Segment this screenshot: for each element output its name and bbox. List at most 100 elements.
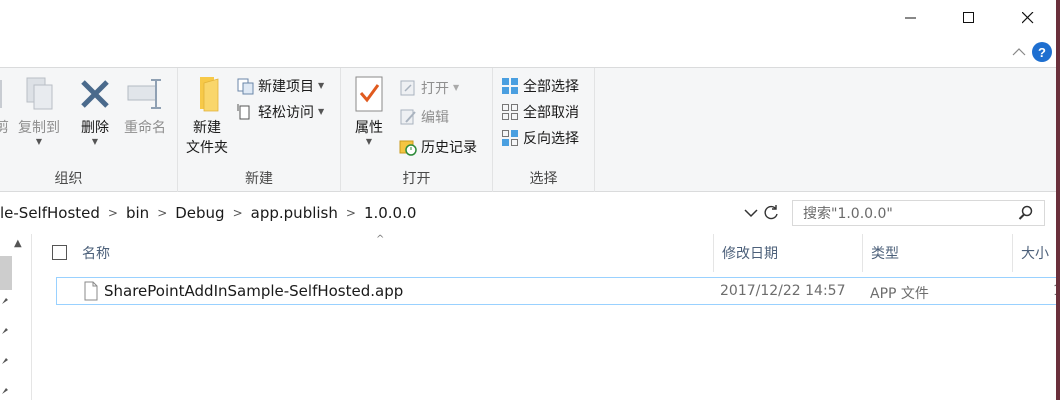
select-none-icon	[501, 103, 519, 121]
select-none-button[interactable]: 全部取消	[501, 100, 579, 124]
select-all-button[interactable]: 全部选择	[501, 74, 579, 98]
properties-button[interactable]: 属性 ▼	[349, 74, 389, 146]
new-folder-label-2: 文件夹	[186, 140, 228, 156]
column-modified-label: 修改日期	[722, 246, 778, 262]
new-item-dropdown-icon: ▼	[318, 81, 325, 90]
ribbon: 剪 复制到 ▼ 删除 ▼ 重命名 组织 新建 文件夹 新建项目 ▼ 轻松访问 ▼…	[0, 67, 1060, 192]
pin-icon[interactable]	[0, 324, 10, 336]
new-item-label: 新建项目	[258, 79, 314, 95]
file-modified: 2017/12/22 14:57	[720, 283, 846, 299]
maximize-button[interactable]	[946, 0, 992, 36]
new-item-button[interactable]: 新建项目 ▼	[236, 74, 324, 98]
close-button[interactable]	[1005, 0, 1051, 36]
select-all-checkbox[interactable]	[52, 245, 67, 260]
breadcrumb-separator-icon[interactable]: >	[233, 206, 243, 220]
invert-selection-button[interactable]: 反向选择	[501, 126, 579, 150]
pin-icon[interactable]	[0, 354, 10, 366]
new-folder-button[interactable]: 新建 文件夹	[182, 74, 232, 158]
breadcrumb-separator-icon[interactable]: >	[346, 206, 356, 220]
breadcrumb-item[interactable]: 1.0.0.0	[356, 204, 424, 222]
pin-icon[interactable]	[0, 384, 10, 396]
rename-button[interactable]: 重命名	[120, 74, 170, 138]
group-label-select: 选择	[529, 171, 558, 187]
group-label-new: 新建	[245, 171, 273, 187]
file-type: APP 文件	[870, 286, 929, 302]
history-button[interactable]: 历史记录	[399, 135, 477, 159]
file-name: SharePointAddInSample-SelfHosted.app	[104, 282, 404, 300]
easy-access-button[interactable]: 轻松访问 ▼	[236, 100, 324, 124]
refresh-icon[interactable]	[761, 203, 781, 223]
column-header-type[interactable]: 类型	[863, 234, 1013, 272]
easy-access-label: 轻松访问	[258, 105, 314, 121]
column-type-label: 类型	[871, 246, 899, 262]
minimize-icon	[905, 17, 916, 19]
open-label: 打开	[421, 81, 449, 97]
help-icon[interactable]: ?	[1032, 42, 1052, 62]
scroll-up-icon[interactable]: ▲	[14, 238, 22, 249]
cut-label: 剪	[0, 120, 9, 136]
breadcrumb-item[interactable]: bin	[118, 204, 157, 222]
column-header-name[interactable]: 名称	[74, 234, 714, 272]
breadcrumb: le-SelfHosted > bin > Debug > app.publis…	[0, 202, 424, 224]
search-icon[interactable]	[1018, 205, 1034, 221]
group-open: 属性 ▼ 打开 ▼ 编辑 历史记录 打开	[341, 68, 493, 192]
easy-access-icon	[236, 103, 254, 121]
group-new: 新建 文件夹 新建项目 ▼ 轻松访问 ▼ 新建	[178, 68, 341, 192]
chevron-down-icon[interactable]	[742, 204, 760, 222]
edit-label: 编辑	[421, 110, 449, 126]
rename-icon	[125, 74, 165, 114]
open-dropdown-icon: ▼	[453, 83, 460, 92]
column-size-label: 大小	[1021, 246, 1049, 262]
properties-icon	[349, 74, 389, 114]
table-row[interactable]: SharePointAddInSample-SelfHosted.app 201…	[56, 277, 1060, 305]
properties-label: 属性	[355, 120, 383, 136]
column-header-size[interactable]: 大小	[1013, 234, 1060, 272]
breadcrumb-separator-icon[interactable]: >	[108, 206, 118, 220]
ribbon-controls: ?	[1012, 40, 1052, 64]
file-icon	[84, 281, 98, 301]
copy-to-label: 复制到	[18, 120, 60, 136]
group-label-open: 打开	[402, 171, 431, 187]
navigation-pane: ▲	[0, 234, 32, 400]
group-label-organize: 组织	[54, 171, 83, 187]
breadcrumb-item[interactable]: app.publish	[243, 204, 346, 222]
open-icon	[399, 79, 417, 97]
breadcrumb-separator-icon[interactable]: >	[157, 206, 167, 220]
delete-icon	[75, 74, 115, 114]
properties-dropdown-icon: ▼	[365, 137, 373, 146]
minimize-button[interactable]	[888, 0, 934, 36]
history-icon	[399, 138, 417, 156]
edit-icon	[399, 108, 417, 126]
search-input[interactable]: 搜索"1.0.0.0"	[792, 200, 1045, 226]
nav-scrollbar-thumb[interactable]	[0, 256, 12, 290]
rename-label: 重命名	[124, 120, 166, 136]
folder-icon	[187, 74, 227, 114]
file-list-header: ^ 名称 修改日期 类型 大小	[32, 234, 1060, 272]
edit-button[interactable]: 编辑	[399, 105, 449, 129]
invert-selection-label: 反向选择	[523, 131, 579, 147]
column-name-label: 名称	[82, 246, 110, 262]
breadcrumb-item[interactable]: Debug	[167, 204, 232, 222]
breadcrumb-item[interactable]: le-SelfHosted	[0, 204, 108, 222]
history-label: 历史记录	[421, 140, 477, 156]
cut-button[interactable]: 剪	[0, 74, 10, 138]
delete-label: 删除	[81, 120, 109, 136]
window-edge	[1056, 0, 1060, 400]
new-item-icon	[236, 77, 254, 95]
search-placeholder: 搜索"1.0.0.0"	[803, 206, 893, 222]
collapse-ribbon-icon[interactable]	[1012, 47, 1026, 57]
copy-icon	[19, 74, 59, 114]
delete-button[interactable]: 删除 ▼	[72, 74, 118, 146]
pin-icon[interactable]	[0, 294, 10, 306]
copy-to-dropdown-icon: ▼	[35, 137, 43, 146]
maximize-icon	[963, 12, 974, 23]
new-folder-label-1: 新建	[193, 120, 221, 136]
open-button[interactable]: 打开 ▼	[399, 76, 459, 100]
select-all-icon	[501, 77, 519, 95]
copy-to-button[interactable]: 复制到 ▼	[14, 74, 64, 146]
select-none-label: 全部取消	[523, 105, 579, 121]
easy-access-dropdown-icon: ▼	[318, 107, 325, 116]
select-all-label: 全部选择	[523, 79, 579, 95]
column-header-modified[interactable]: 修改日期	[714, 234, 863, 272]
close-icon	[1022, 12, 1034, 24]
